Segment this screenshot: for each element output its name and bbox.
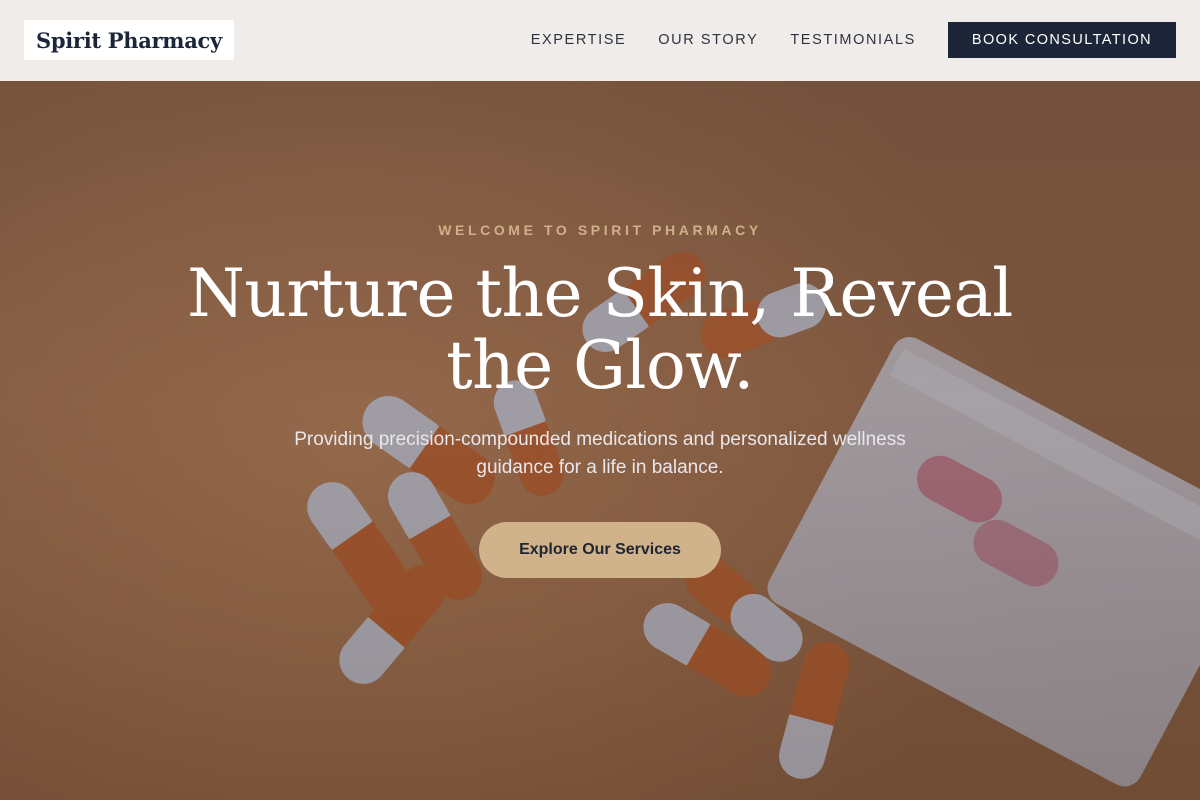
hero-subhead: Providing precision-compounded medicatio… bbox=[294, 429, 906, 478]
nav-link-expertise[interactable]: EXPERTISE bbox=[531, 32, 627, 48]
hero-section: WELCOME TO SPIRIT PHARMACY Nurture the S… bbox=[0, 0, 1200, 800]
explore-services-button[interactable]: Explore Our Services bbox=[479, 522, 721, 578]
landing-page: Spirit Pharmacy EXPERTISE OUR STORY TEST… bbox=[0, 0, 1200, 800]
nav-link-testimonials[interactable]: TESTIMONIALS bbox=[790, 32, 916, 48]
site-header: Spirit Pharmacy EXPERTISE OUR STORY TEST… bbox=[0, 0, 1200, 81]
hero-headline: Nurture the Skin, Reveal the Glow. bbox=[187, 255, 1013, 404]
nav-link-our-story[interactable]: OUR STORY bbox=[658, 32, 758, 48]
main-nav: EXPERTISE OUR STORY TESTIMONIALS BOOK CO… bbox=[531, 22, 1176, 58]
hero-eyebrow: WELCOME TO SPIRIT PHARMACY bbox=[438, 222, 762, 238]
brand-logo[interactable]: Spirit Pharmacy bbox=[24, 20, 234, 60]
book-consultation-button[interactable]: BOOK CONSULTATION bbox=[947, 22, 1176, 58]
